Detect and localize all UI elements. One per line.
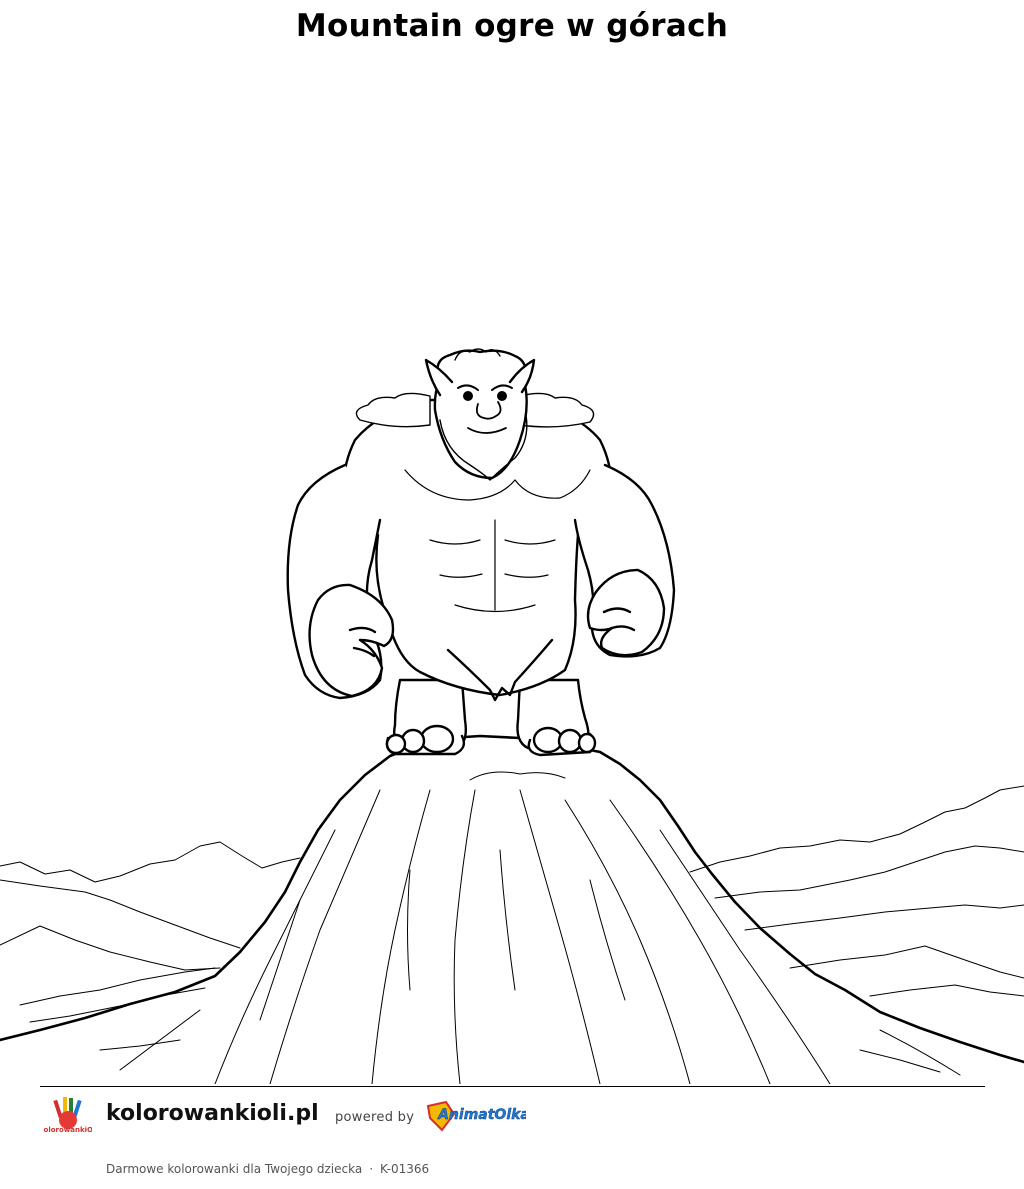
mountain-peak (0, 734, 1024, 1084)
animatolka-logo-icon[interactable]: AnimatOlka (424, 1098, 526, 1132)
site-logo-icon[interactable]: KolorowankiOli (44, 1094, 92, 1140)
tagline-separator: · (369, 1162, 374, 1176)
coloring-illustration (0, 348, 1024, 1084)
page-code: K-01366 (380, 1162, 430, 1176)
tagline-text: Darmowe kolorowanki dla Twojego dziecka (106, 1162, 363, 1176)
footer-divider (40, 1086, 985, 1087)
footer-tagline: Darmowe kolorowanki dla Twojego dziecka ·… (106, 1162, 429, 1176)
background-mountains (0, 785, 1024, 1023)
site-name[interactable]: kolorowankioli.pl (106, 1101, 319, 1126)
svg-text:KolorowankiOli: KolorowankiOli (44, 1126, 92, 1134)
powered-by-label: powered by (335, 1110, 415, 1125)
ogre-figure (286, 348, 676, 757)
svg-text:AnimatOlka: AnimatOlka (437, 1107, 526, 1123)
